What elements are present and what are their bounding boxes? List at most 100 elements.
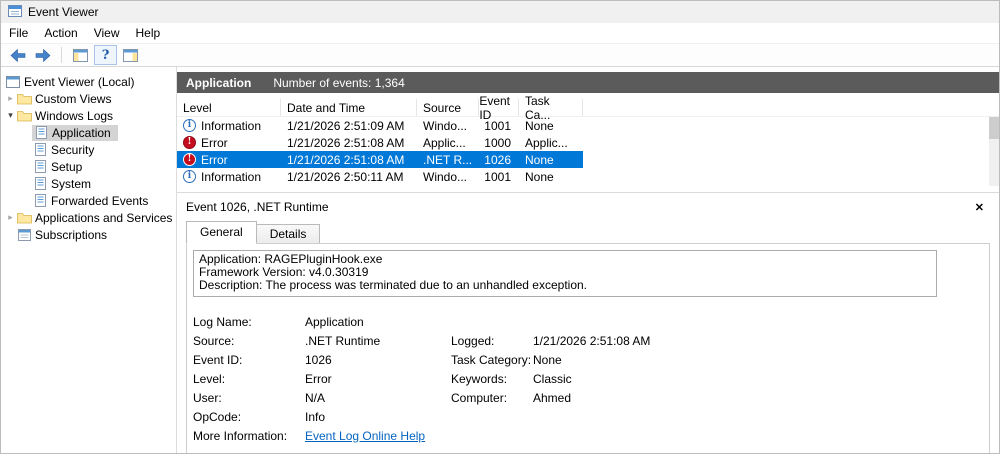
field-label: OpCode:: [193, 410, 305, 424]
tree-item-application[interactable]: Application: [1, 124, 176, 141]
menu-file[interactable]: File: [1, 23, 36, 43]
tree-item-label: Custom Views: [35, 92, 111, 106]
field-row-opcode: OpCode: Info: [193, 407, 983, 426]
event-count: Number of events: 1,364: [273, 76, 404, 90]
tree-item-security[interactable]: Security: [1, 141, 176, 158]
event-row[interactable]: ! Error 1/21/2026 2:51:08 AM Applic... 1…: [177, 134, 583, 151]
event-id-text: 1001: [479, 170, 519, 184]
tree-item-label: Security: [51, 143, 94, 157]
show-console-tree-button[interactable]: [69, 45, 92, 65]
folder-icon: [16, 110, 32, 122]
event-details-pane: Event 1026, .NET Runtime ✕ General Detai…: [177, 192, 999, 454]
tree-item-windows-logs[interactable]: ▾ Windows Logs: [1, 107, 176, 124]
tree-item-forwarded-events[interactable]: Forwarded Events: [1, 192, 176, 209]
field-value: Ahmed: [533, 391, 983, 405]
tree-item-system[interactable]: System: [1, 175, 176, 192]
tree-item-label: Windows Logs: [35, 109, 113, 123]
menu-help[interactable]: Help: [128, 23, 169, 43]
menubar: File Action View Help: [1, 23, 999, 44]
back-button[interactable]: [6, 45, 29, 65]
task-category-text: None: [519, 119, 583, 133]
action-pane-icon: [123, 49, 138, 62]
content-area: Event Viewer (Local) ▸ Custom Views ▾: [1, 67, 999, 454]
tree-item-label: Setup: [51, 160, 82, 174]
event-log-online-help-link[interactable]: Event Log Online Help: [305, 429, 425, 443]
list-vertical-scrollbar[interactable]: [989, 117, 999, 186]
event-list: Level Date and Time Source Event ID Task…: [177, 99, 999, 186]
column-header-datetime[interactable]: Date and Time: [281, 99, 417, 116]
event-id-text: 1026: [479, 153, 519, 167]
event-row[interactable]: i Information 1/21/2026 2:50:11 AM Windo…: [177, 168, 583, 185]
back-arrow-icon: [10, 49, 26, 62]
event-row[interactable]: i Information 1/21/2026 2:51:09 AM Windo…: [177, 117, 583, 134]
datetime-text: 1/21/2026 2:50:11 AM: [281, 170, 417, 184]
column-header-source[interactable]: Source: [417, 99, 479, 116]
log-name-title: Application: [186, 76, 251, 90]
close-icon[interactable]: ✕: [975, 201, 984, 214]
scrollbar-thumb[interactable]: [989, 117, 999, 139]
tab-general[interactable]: General: [186, 221, 257, 244]
console-tree-icon: [73, 49, 88, 62]
menu-action[interactable]: Action: [36, 23, 85, 43]
list-header-band: Application Number of events: 1,364: [177, 72, 999, 93]
toolbar: ?: [1, 44, 999, 67]
level-text: Error: [201, 136, 228, 150]
field-label: Log Name:: [193, 315, 305, 329]
details-titlebar: Event 1026, .NET Runtime ✕: [177, 193, 999, 217]
task-category-text: Applic...: [519, 136, 583, 150]
chevron-right-icon[interactable]: ▸: [5, 93, 16, 104]
datetime-text: 1/21/2026 2:51:09 AM: [281, 119, 417, 133]
forward-arrow-icon: [35, 49, 51, 62]
tab-details[interactable]: Details: [257, 224, 321, 243]
column-header-filler: [583, 99, 999, 116]
field-row-more-information: More Information: Event Log Online Help: [193, 426, 983, 445]
tree-item-custom-views[interactable]: ▸ Custom Views: [1, 90, 176, 107]
chevron-down-icon[interactable]: ▾: [5, 110, 16, 121]
event-row-selected[interactable]: ! Error 1/21/2026 2:51:08 AM .NET R... 1…: [177, 151, 583, 168]
field-row-level: Level: Error Keywords: Classic: [193, 369, 983, 388]
menu-view[interactable]: View: [86, 23, 128, 43]
tree-selection-highlight: Application: [32, 125, 118, 141]
chevron-right-icon[interactable]: ▸: [5, 212, 16, 223]
subscriptions-icon: [16, 229, 32, 241]
tree-item-label: Forwarded Events: [51, 194, 148, 208]
error-icon: !: [183, 136, 196, 149]
field-value: Application: [305, 315, 451, 329]
tree-item-setup[interactable]: Setup: [1, 158, 176, 175]
column-header-level[interactable]: Level: [177, 99, 281, 116]
tree-item-label: Application: [52, 126, 111, 140]
field-value: Classic: [533, 372, 983, 386]
column-header-task-category[interactable]: Task Ca...: [519, 99, 583, 116]
field-value: Info: [305, 410, 451, 424]
field-value: 1/21/2026 2:51:08 AM: [533, 334, 983, 348]
level-text: Information: [201, 119, 261, 133]
level-text: Information: [201, 170, 261, 184]
field-value: None: [533, 353, 983, 367]
tree-item-label: System: [51, 177, 91, 191]
field-value: .NET Runtime: [305, 334, 451, 348]
tree-item-label: Event Viewer (Local): [24, 75, 135, 89]
column-header-event-id[interactable]: Event ID: [479, 99, 519, 116]
help-button[interactable]: ?: [94, 45, 117, 65]
tree-item-subscriptions[interactable]: Subscriptions: [1, 226, 176, 243]
forward-button[interactable]: [31, 45, 54, 65]
event-viewer-app-icon: [8, 4, 22, 21]
field-label: More Information:: [193, 429, 305, 443]
general-tab-content: Application: RAGEPluginHook.exe Framewor…: [186, 243, 990, 454]
field-label: Keywords:: [451, 372, 533, 386]
list-column-headers: Level Date and Time Source Event ID Task…: [177, 99, 999, 117]
field-value: Error: [305, 372, 451, 386]
tree-item-event-viewer-local[interactable]: Event Viewer (Local): [1, 73, 176, 90]
event-log-icon: [32, 143, 48, 156]
field-label: Event ID:: [193, 353, 305, 367]
field-label: Level:: [193, 372, 305, 386]
source-text: Windo...: [417, 170, 479, 184]
event-log-icon: [32, 177, 48, 190]
information-icon: i: [183, 170, 196, 183]
field-label: Source:: [193, 334, 305, 348]
tree-item-applications-and-services[interactable]: ▸ Applications and Services Lo: [1, 209, 176, 226]
event-id-text: 1001: [479, 119, 519, 133]
show-action-pane-button[interactable]: [119, 45, 142, 65]
event-description-box[interactable]: Application: RAGEPluginHook.exe Framewor…: [193, 250, 937, 297]
event-log-icon: [32, 160, 48, 173]
